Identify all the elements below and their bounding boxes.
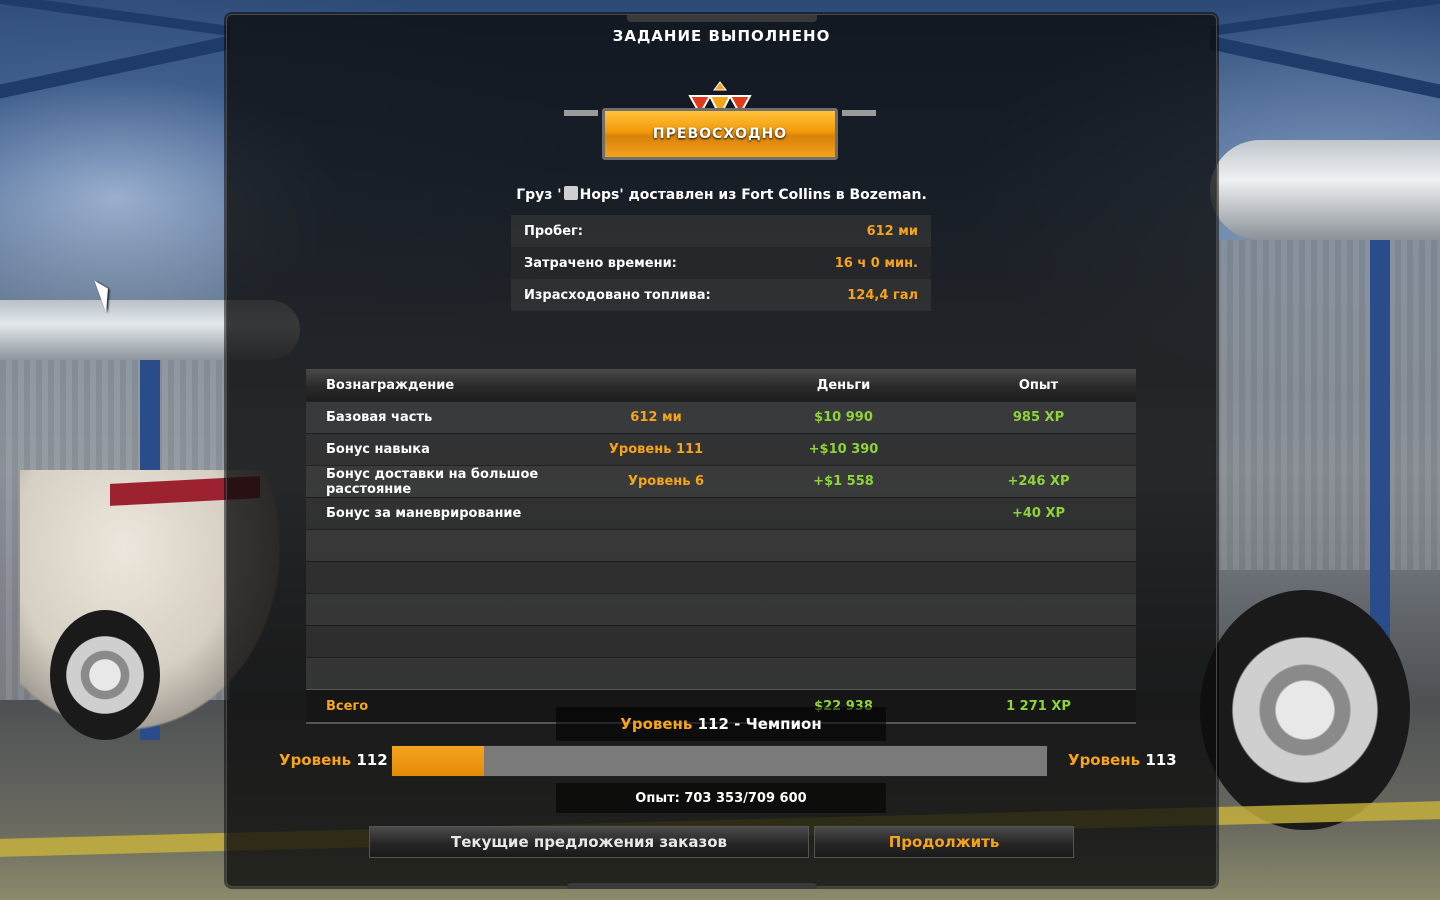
reward-name: Бонус за маневрирование xyxy=(326,506,522,521)
badge-wing-left xyxy=(564,110,598,116)
table-row: Бонус доставки на большое расстояние Уро… xyxy=(306,465,1136,497)
xp-progress-fill xyxy=(392,746,484,776)
reward-xp: +40 XP xyxy=(1011,506,1066,521)
reward-name: Базовая часть xyxy=(326,410,433,425)
rewards-header: Вознаграждение Деньги Опыт xyxy=(306,369,1136,401)
current-offers-button[interactable]: Текущие предложения заказов xyxy=(369,826,809,858)
table-row: Бонус за маневрирование +40 XP xyxy=(306,497,1136,529)
next-level-label: Уровень xyxy=(1068,751,1141,769)
empty-row xyxy=(306,561,1136,593)
header-money: Деньги xyxy=(816,377,871,393)
reward-name: Бонус навыка xyxy=(326,442,430,457)
barrel-icon xyxy=(563,186,578,200)
empty-row xyxy=(306,529,1136,561)
badge-wing-right xyxy=(842,110,876,116)
total-xp: 1 271 XP xyxy=(1006,698,1071,714)
next-level-value: 113 xyxy=(1145,751,1177,769)
reward-detail: Уровень 6 xyxy=(627,474,705,489)
panel-tab-top xyxy=(627,15,817,22)
reward-detail: Уровень 111 xyxy=(608,442,704,457)
next-level: Уровень 113 xyxy=(1068,751,1177,769)
reward-name: Бонус доставки на большое расстояние xyxy=(326,466,539,497)
table-row: Базовая часть 612 ми $10 990 985 XP xyxy=(306,401,1136,433)
stat-label: Пробег: xyxy=(524,223,584,239)
reward-money: +$1 558 xyxy=(813,474,874,489)
xp-counter: Опыт: 703 353/709 600 xyxy=(556,783,886,813)
reward-detail: 612 ми xyxy=(630,410,682,425)
stat-row-distance: Пробег: 612 ми xyxy=(511,215,931,247)
header-xp: Опыт xyxy=(1018,377,1059,393)
reward-xp: 985 XP xyxy=(1012,410,1065,425)
rating-label: ПРЕВОСХОДНО xyxy=(602,108,838,160)
cargo-route: ' доставлен из Fort Collins в Bozeman. xyxy=(619,187,927,203)
current-level-label: Уровень xyxy=(279,751,352,769)
empty-row xyxy=(306,657,1136,689)
total-label: Всего xyxy=(326,698,369,714)
stat-row-time: Затрачено времени: 16 ч 0 мин. xyxy=(511,247,931,279)
header-reward: Вознаграждение xyxy=(326,377,455,393)
continue-button[interactable]: Продолжить xyxy=(814,826,1074,858)
xp-progress-bar xyxy=(391,745,1048,777)
stat-row-fuel: Израсходовано топлива: 124,4 гал xyxy=(511,279,931,311)
rewards-table: Вознаграждение Деньги Опыт Базовая часть… xyxy=(306,369,1136,724)
stat-value: 124,4 гал xyxy=(847,287,918,303)
reward-xp: +246 XP xyxy=(1007,474,1070,489)
stat-value: 612 ми xyxy=(866,223,918,239)
reward-money: +$10 390 xyxy=(808,442,879,457)
rating-badge: ПРЕВОСХОДНО xyxy=(564,70,876,175)
current-level-value: 112 xyxy=(356,751,388,769)
cargo-prefix: Груз ' xyxy=(516,187,562,203)
job-complete-dialog: ЗАДАНИЕ ВЫПОЛНЕНО ПРЕВОСХОДНО Груз ' Hops… xyxy=(226,14,1217,889)
table-row: Бонус навыка Уровень 111 +$10 390 xyxy=(306,433,1136,465)
empty-row xyxy=(306,625,1136,657)
current-level: Уровень 112 xyxy=(279,751,388,769)
cargo-name: Hops xyxy=(579,187,620,203)
panel-tab-bottom xyxy=(567,883,817,889)
level-title-prefix: Уровень xyxy=(620,715,693,733)
level-title-value: 112 - Чемпион xyxy=(697,715,822,733)
stat-label: Израсходовано топлива: xyxy=(524,287,711,303)
mouse-cursor xyxy=(94,277,116,313)
empty-row xyxy=(306,593,1136,625)
level-title: Уровень 112 - Чемпион xyxy=(556,707,886,741)
stat-label: Затрачено времени: xyxy=(524,255,677,271)
stat-value: 16 ч 0 мин. xyxy=(834,255,918,271)
reward-money: $10 990 xyxy=(814,410,873,425)
cargo-summary: Груз ' Hops' доставлен из Fort Collins в … xyxy=(227,186,1216,203)
rewards-rows: Базовая часть 612 ми $10 990 985 XP Бону… xyxy=(306,401,1136,689)
trip-stats: Пробег: 612 ми Затрачено времени: 16 ч 0… xyxy=(511,215,931,311)
dialog-title: ЗАДАНИЕ ВЫПОЛНЕНО xyxy=(612,27,831,45)
